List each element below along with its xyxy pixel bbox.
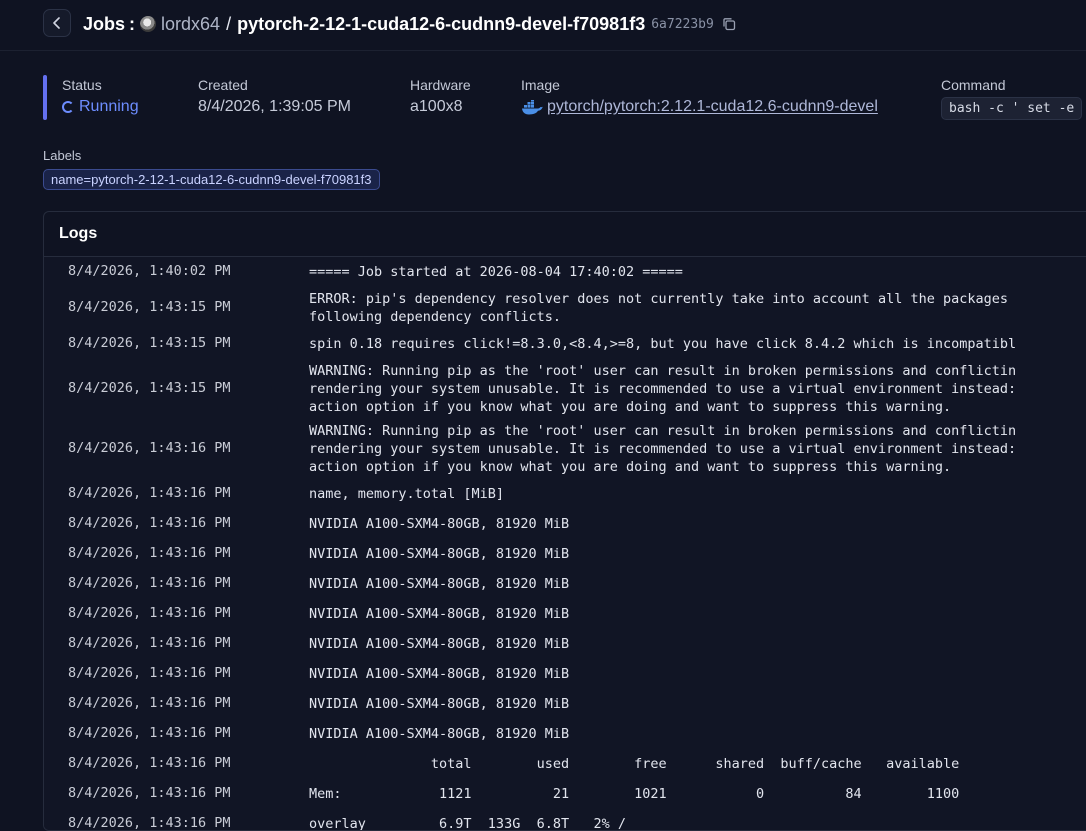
image-field: Image pytorch / pytorch:2.12.1-cuda12.6-… bbox=[521, 77, 878, 116]
copy-icon[interactable] bbox=[722, 17, 736, 31]
back-button[interactable] bbox=[43, 9, 71, 37]
log-row: 8/4/2026, 1:43:16 PM overlay 6.9T 133G 6.… bbox=[44, 809, 1086, 831]
log-row: 8/4/2026, 1:43:16 PM NVIDIA A100-SXM4-80G… bbox=[44, 629, 1086, 659]
log-timestamp: 8/4/2026, 1:43:16 PM bbox=[68, 545, 231, 561]
log-message: spin 0.18 requires click!=8.3.0,<8.4,>=8… bbox=[309, 336, 1017, 352]
log-message: Mem: 1121 21 1021 0 84 1100 bbox=[309, 786, 960, 802]
log-timestamp: 8/4/2026, 1:43:16 PM bbox=[68, 755, 231, 771]
log-message: NVIDIA A100-SXM4-80GB, 81920 MiB bbox=[309, 726, 570, 742]
log-row: 8/4/2026, 1:43:16 PM NVIDIA A100-SXM4-80G… bbox=[44, 539, 1086, 569]
log-timestamp: 8/4/2026, 1:40:02 PM bbox=[68, 263, 231, 279]
log-message: NVIDIA A100-SXM4-80GB, 81920 MiB bbox=[309, 606, 570, 622]
log-row: 8/4/2026, 1:40:02 PM ===== Job started at… bbox=[44, 257, 1086, 287]
log-row: 8/4/2026, 1:43:16 PM NVIDIA A100-SXM4-80G… bbox=[44, 689, 1086, 719]
log-message: NVIDIA A100-SXM4-80GB, 81920 MiB bbox=[309, 516, 570, 532]
log-row: 8/4/2026, 1:43:16 PM NVIDIA A100-SXM4-80G… bbox=[44, 509, 1086, 539]
image-name-link[interactable]: pytorch:2.12.1-cuda12.6-cudnn9-devel bbox=[604, 98, 878, 116]
log-message: overlay 6.9T 133G 6.8T 2% / bbox=[309, 816, 626, 831]
log-row: 8/4/2026, 1:43:16 PM WARNING: Running pip… bbox=[44, 419, 1086, 479]
image-label: Image bbox=[521, 77, 560, 93]
log-timestamp: 8/4/2026, 1:43:16 PM bbox=[68, 515, 231, 531]
status-value: Running bbox=[62, 98, 139, 116]
log-row: 8/4/2026, 1:43:15 PM spin 0.18 requires c… bbox=[44, 329, 1086, 359]
log-message: NVIDIA A100-SXM4-80GB, 81920 MiB bbox=[309, 546, 570, 562]
log-message: NVIDIA A100-SXM4-80GB, 81920 MiB bbox=[309, 576, 570, 592]
log-timestamp: 8/4/2026, 1:43:16 PM bbox=[68, 485, 231, 501]
log-message: NVIDIA A100-SXM4-80GB, 81920 MiB bbox=[309, 696, 570, 712]
log-timestamp: 8/4/2026, 1:43:16 PM bbox=[68, 605, 231, 621]
created-field: Created 8/4/2026, 1:39:05 PM bbox=[198, 77, 351, 116]
log-row: 8/4/2026, 1:43:16 PM NVIDIA A100-SXM4-80G… bbox=[44, 599, 1086, 629]
label-badge[interactable]: name=pytorch-2-12-1-cuda12-6-cudnn9-deve… bbox=[43, 169, 380, 190]
log-timestamp: 8/4/2026, 1:43:15 PM bbox=[68, 380, 231, 396]
log-timestamp: 8/4/2026, 1:43:16 PM bbox=[68, 785, 231, 801]
log-row: 8/4/2026, 1:43:16 PM NVIDIA A100-SXM4-80G… bbox=[44, 569, 1086, 599]
labels-section: Labels name=pytorch-2-12-1-cuda12-6-cudn… bbox=[43, 148, 380, 190]
page-header: Jobs : lordx64 / pytorch-2-12-1-cuda12-6… bbox=[0, 0, 1086, 51]
log-timestamp: 8/4/2026, 1:43:16 PM bbox=[68, 635, 231, 651]
spinner-icon bbox=[62, 101, 74, 113]
status-indicator-bar bbox=[43, 75, 47, 120]
log-row: 8/4/2026, 1:43:16 PM name, memory.total [… bbox=[44, 479, 1086, 509]
image-owner-link[interactable]: pytorch bbox=[547, 98, 599, 116]
logs-panel: Logs 8/4/2026, 1:40:02 PM ===== Job start… bbox=[43, 211, 1086, 831]
log-row: 8/4/2026, 1:43:15 PM WARNING: Running pip… bbox=[44, 359, 1086, 419]
log-row: 8/4/2026, 1:43:16 PM NVIDIA A100-SXM4-80G… bbox=[44, 719, 1086, 749]
logs-title: Logs bbox=[44, 212, 1086, 257]
command-label: Command bbox=[941, 77, 1006, 93]
logs-list[interactable]: 8/4/2026, 1:40:02 PM ===== Job started at… bbox=[44, 257, 1086, 831]
log-message: WARNING: Running pip as the 'root' user … bbox=[309, 423, 1017, 475]
job-id: 6a7223b9 bbox=[651, 16, 714, 32]
created-value: 8/4/2026, 1:39:05 PM bbox=[198, 98, 351, 115]
job-meta: Status Running Created 8/4/2026, 1:39:05… bbox=[0, 75, 1086, 135]
log-message: ===== Job started at 2026-08-04 17:40:02… bbox=[309, 264, 683, 280]
log-message: WARNING: Running pip as the 'root' user … bbox=[309, 363, 1017, 415]
log-timestamp: 8/4/2026, 1:43:16 PM bbox=[68, 695, 231, 711]
breadcrumb: Jobs : lordx64 / pytorch-2-12-1-cuda12-6… bbox=[83, 12, 736, 36]
jobs-link[interactable]: Jobs bbox=[83, 14, 125, 35]
chevron-left-icon bbox=[53, 17, 60, 29]
log-message: NVIDIA A100-SXM4-80GB, 81920 MiB bbox=[309, 636, 570, 652]
log-timestamp: 8/4/2026, 1:43:16 PM bbox=[68, 575, 231, 591]
docker-icon bbox=[522, 99, 543, 114]
avatar bbox=[140, 16, 157, 32]
log-timestamp: 8/4/2026, 1:43:16 PM bbox=[68, 440, 231, 456]
status-label: Status bbox=[62, 77, 102, 93]
page-title: pytorch-2-12-1-cuda12-6-cudnn9-devel-f70… bbox=[237, 13, 646, 34]
command-value[interactable]: bash -c ' set -e bbox=[941, 97, 1083, 120]
image-value: pytorch / pytorch:2.12.1-cuda12.6-cudnn9… bbox=[521, 98, 878, 116]
log-message: total used free shared buff/cache availa… bbox=[309, 756, 960, 772]
log-message: ERROR: pip's dependency resolver does no… bbox=[309, 291, 1008, 325]
status-field: Status Running bbox=[62, 77, 139, 116]
log-row: 8/4/2026, 1:43:16 PM Mem: 1121 21 1021 0 … bbox=[44, 779, 1086, 809]
log-row: 8/4/2026, 1:43:15 PM ERROR: pip's depende… bbox=[44, 287, 1086, 329]
log-timestamp: 8/4/2026, 1:43:15 PM bbox=[68, 335, 231, 351]
hardware-label: Hardware bbox=[410, 77, 471, 93]
log-timestamp: 8/4/2026, 1:43:16 PM bbox=[68, 665, 231, 681]
log-timestamp: 8/4/2026, 1:43:16 PM bbox=[68, 725, 231, 741]
log-message: NVIDIA A100-SXM4-80GB, 81920 MiB bbox=[309, 666, 570, 682]
breadcrumb-separator: : bbox=[129, 13, 136, 34]
breadcrumb-slash: / bbox=[226, 13, 232, 34]
command-field: Command bash -c ' set -e bbox=[941, 77, 1083, 120]
log-message: name, memory.total [MiB] bbox=[309, 486, 505, 502]
log-timestamp: 8/4/2026, 1:43:16 PM bbox=[68, 815, 231, 831]
labels-title: Labels bbox=[43, 148, 82, 163]
hardware-field: Hardware a100x8 bbox=[410, 77, 471, 116]
log-row: 8/4/2026, 1:43:16 PM total used free sha… bbox=[44, 749, 1086, 779]
hardware-value: a100x8 bbox=[410, 98, 463, 115]
created-label: Created bbox=[198, 77, 248, 93]
user-link[interactable]: lordx64 bbox=[161, 14, 220, 35]
log-row: 8/4/2026, 1:43:16 PM NVIDIA A100-SXM4-80G… bbox=[44, 659, 1086, 689]
status-text: Running bbox=[79, 98, 139, 115]
log-timestamp: 8/4/2026, 1:43:15 PM bbox=[68, 299, 231, 315]
